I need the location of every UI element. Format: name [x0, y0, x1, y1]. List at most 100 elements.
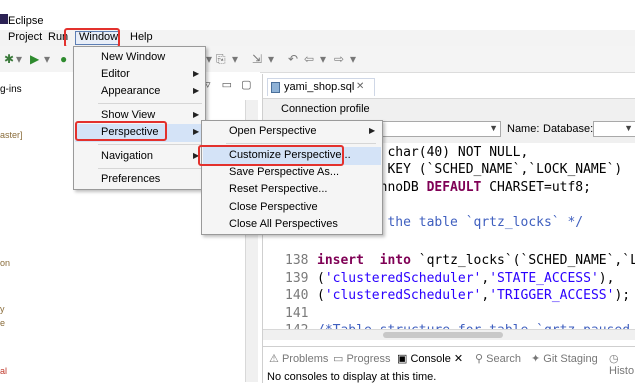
code-token: `qrtz_locks`(`SCHED_NAME`,`LOC	[410, 253, 635, 269]
tree-item-text[interactable]: y	[0, 304, 5, 314]
name-label: Name:	[507, 123, 540, 135]
line-number: 141	[285, 305, 309, 321]
connection-profile-label: Connection profile	[281, 103, 370, 115]
database-label: Database:	[543, 123, 594, 135]
maximize-icon[interactable]: ▢	[241, 79, 251, 91]
eclipse-icon	[0, 14, 8, 24]
line-number: 138	[285, 253, 309, 269]
menu-project[interactable]: Project	[8, 31, 42, 43]
menu-item-preferences[interactable]: Preferences	[75, 171, 204, 189]
menu-separator	[98, 144, 202, 145]
code-token: DEFAULT	[426, 179, 482, 195]
code-token: (	[317, 288, 325, 304]
menu-separator	[226, 143, 376, 144]
tab-history[interactable]: ◷ Histo	[609, 352, 635, 377]
menu-item-appearance[interactable]: Appearance ▶	[75, 83, 204, 101]
tree-item-text[interactable]: e	[0, 318, 5, 328]
code-line: ('clusteredScheduler','STATE_ACCESS'),	[317, 270, 614, 287]
last-edit-icon[interactable]: ↶	[288, 52, 298, 66]
code-line: insert into `qrtz_locks`(`SCHED_NAME`,`L…	[317, 252, 635, 269]
menu-item-open-perspective[interactable]: Open Perspective ▶	[203, 123, 381, 141]
menu-item-editor[interactable]: Editor ▶	[75, 66, 204, 84]
database-file-icon	[271, 82, 280, 93]
dropdown-icon[interactable]: ▾	[206, 52, 212, 66]
menu-item-close-perspective[interactable]: Close Perspective	[203, 199, 381, 217]
menu-item-new-window[interactable]: New Window	[75, 49, 204, 67]
code-token: into	[379, 253, 411, 269]
run-icon[interactable]: ▶	[30, 52, 39, 66]
dropdown-icon[interactable]: ▾	[268, 52, 274, 66]
menu-item-reset-perspective[interactable]: Reset Perspective...	[203, 181, 381, 199]
customize-perspective-annotation	[198, 145, 344, 166]
code-token: 'STATE_ACCESS'	[489, 270, 599, 286]
perspective-annotation	[75, 121, 167, 141]
code-token: CHARSET=utf8;	[481, 179, 591, 195]
code-token: insert	[317, 253, 364, 269]
editor-tab[interactable]: yami_shop.sql ✕	[267, 78, 375, 96]
close-icon[interactable]: ✕	[356, 81, 364, 92]
code-token: 'clusteredScheduler'	[324, 288, 482, 304]
window-menu-annotation	[64, 28, 120, 48]
left-panel-tab[interactable]: g-ins	[0, 76, 70, 96]
close-icon[interactable]: ✕	[454, 353, 463, 365]
tree-item-text[interactable]: al	[0, 366, 7, 376]
title-bar: Eclipse	[0, 0, 635, 30]
git-icon: ✦	[531, 353, 541, 365]
window-menu: New Window Editor ▶ Appearance ▶ Show View…	[73, 46, 206, 190]
code-line: ('clusteredScheduler','TRIGGER_ACCESS');	[317, 287, 630, 304]
tree-item-text[interactable]: aster]	[0, 130, 23, 140]
code-token: 'TRIGGER_ACCESS'	[489, 288, 615, 304]
minimize-icon[interactable]: ▭	[222, 79, 232, 91]
submenu-arrow-icon: ▶	[193, 69, 200, 78]
menu-help[interactable]: Help	[130, 31, 153, 43]
forward-icon[interactable]: ⇨	[334, 52, 344, 66]
line-number: 139	[285, 270, 309, 286]
console-icon: ▣	[397, 353, 408, 365]
left-panel-tools: ▿ ▭ ▢	[205, 78, 251, 91]
back-icon[interactable]: ⇦	[304, 52, 314, 66]
submenu-arrow-icon: ▶	[193, 110, 200, 119]
perspective-submenu: Open Perspective ▶ Customize Perspective.…	[201, 120, 383, 235]
pin-icon[interactable]: ⇲	[252, 52, 262, 66]
submenu-arrow-icon: ▶	[193, 86, 200, 95]
chevron-down-icon: ▼	[489, 123, 498, 133]
editor-tab-label: yami_shop.sql	[284, 81, 355, 93]
line-number: 140	[285, 288, 309, 304]
chevron-down-icon: ▼	[624, 123, 633, 133]
scrollbar-thumb[interactable]	[383, 332, 503, 338]
run-external-icon[interactable]: ●	[60, 52, 67, 66]
dropdown-icon[interactable]: ▾	[232, 52, 238, 66]
menu-separator	[98, 168, 202, 169]
dropdown-icon[interactable]: ▾	[320, 52, 326, 66]
tab-git-staging[interactable]: ✦ Git Staging	[531, 352, 598, 365]
submenu-arrow-icon: ▶	[369, 126, 376, 135]
editor-horizontal-scrollbar[interactable]	[263, 329, 635, 340]
tree-item-text[interactable]: on	[0, 258, 10, 268]
code-token: char(40) NOT NULL,	[371, 145, 529, 160]
submenu-arrow-icon: ▶	[193, 127, 200, 136]
debug-icon[interactable]: ✱	[4, 52, 14, 66]
tab-console[interactable]: ▣ Console ✕	[397, 352, 463, 365]
annotation-icon[interactable]: ⎘	[216, 52, 226, 67]
progress-icon: ▭	[333, 353, 344, 365]
menu-item-close-all-perspectives[interactable]: Close All Perspectives	[203, 216, 381, 234]
dropdown-icon[interactable]: ▾	[16, 52, 22, 66]
code-token: ),	[598, 270, 615, 286]
history-icon: ◷	[609, 353, 619, 365]
code-token: (	[317, 270, 325, 286]
problems-icon: ⚠	[269, 353, 279, 365]
code-token: );	[614, 288, 631, 304]
menu-item-save-perspective-as[interactable]: Save Perspective As...	[203, 164, 381, 182]
menu-item-navigation[interactable]: Navigation ▶	[75, 148, 204, 166]
menu-separator	[98, 103, 202, 104]
tab-search[interactable]: ⚲ Search	[475, 352, 521, 365]
bottom-panel: ⚠ Problems ▭ Progress ▣ Console ✕ ⚲ Sear…	[262, 346, 635, 383]
search-icon: ⚲	[475, 353, 484, 365]
window-title: Eclipse	[8, 15, 44, 27]
dropdown-icon[interactable]: ▾	[44, 52, 50, 66]
dropdown-icon[interactable]: ▾	[350, 52, 356, 66]
database-select[interactable]: ▼	[593, 121, 635, 137]
tab-progress[interactable]: ▭ Progress	[333, 352, 391, 365]
tab-problems[interactable]: ⚠ Problems	[269, 352, 328, 365]
